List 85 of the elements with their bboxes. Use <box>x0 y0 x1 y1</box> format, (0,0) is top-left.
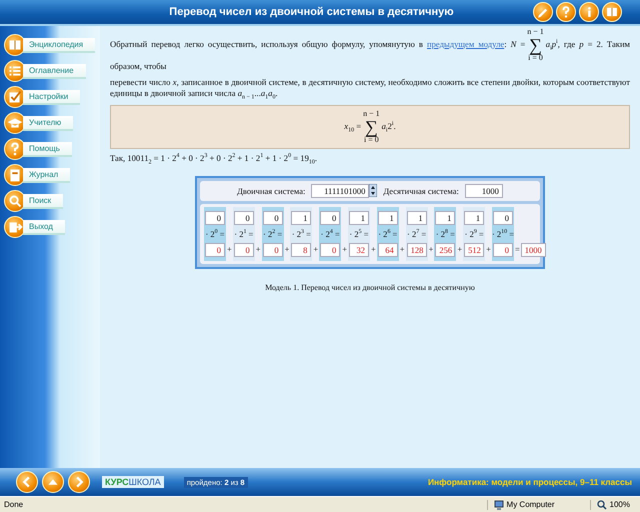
logo: КУРСШКОЛА <box>102 476 164 488</box>
operator-sign: + <box>341 244 348 256</box>
field-label: Десятичная система: <box>383 186 459 196</box>
operator-sign: + <box>456 244 464 256</box>
journal-icon[interactable] <box>4 164 26 186</box>
product-field: 0 <box>320 242 340 257</box>
checkbox-icon[interactable] <box>4 86 26 108</box>
help-icon[interactable] <box>556 2 576 22</box>
product-field: 0 <box>234 242 254 257</box>
spinner-icon[interactable] <box>369 184 378 198</box>
operator-sign: + <box>485 244 492 256</box>
power-label: · 2$^{6}$ = <box>378 228 398 239</box>
list-icon[interactable] <box>4 60 26 82</box>
product-field: 8 <box>291 242 312 257</box>
paragraph: перевести число x, записанное в двоичной системе, в десятичную систему, необходимо сложить все степени двойки, которым соответствуют единицы в двоичной записи числа a$_{n − 1}$...a$_{1}$a$_{0}$. <box>110 76 630 102</box>
operator-sign: + <box>370 244 377 256</box>
digit-field[interactable]: 0 <box>262 210 283 225</box>
power-label: · 2$^{4}$ = <box>320 228 340 239</box>
menu-item[interactable]: Учителю <box>23 116 74 130</box>
menu-item[interactable]: Настройки <box>23 90 80 104</box>
decimal-output-field: 1000 <box>464 184 503 198</box>
total-field: 1000 <box>520 242 546 257</box>
power-label: · 2$^{0}$ = <box>205 228 225 239</box>
operator-sign: + <box>398 244 406 256</box>
power-label: · 2$^{8}$ = <box>436 228 455 239</box>
pencil-icon[interactable] <box>533 2 553 22</box>
window-title: Перевод чисел из двоичной системы в десятичную <box>168 6 455 18</box>
exit-icon[interactable] <box>4 216 26 238</box>
operator-sign: + <box>254 244 262 256</box>
digit-field[interactable]: 0 <box>320 210 340 225</box>
digit-field[interactable]: 1 <box>406 210 427 225</box>
product-field: 128 <box>406 242 427 257</box>
power-label: · 2$^{9}$ = <box>464 228 484 239</box>
product-field: 0 <box>205 242 225 257</box>
search-icon[interactable] <box>4 190 26 212</box>
product-field: 256 <box>435 242 456 257</box>
summation: n − 1 ∑ i = 0 <box>527 28 544 62</box>
product-field: 32 <box>348 242 369 257</box>
product-field: 512 <box>464 242 484 257</box>
digit-field[interactable]: 1 <box>464 210 484 225</box>
product-field: 0 <box>262 242 283 257</box>
power-label: · 2$^{7}$ = <box>407 228 426 239</box>
operator-sign: + <box>312 244 320 256</box>
power-label: · 2$^{10}$ = <box>492 228 514 239</box>
summation: n − 1 ∑ i = 0 <box>363 110 380 144</box>
digit-field[interactable]: 0 <box>492 210 513 225</box>
formula-box: x$_{10}$ = n − 1 ∑ i = 0 a$_{i}$2$^{i}$. <box>110 105 630 150</box>
menu-item[interactable]: Поиск <box>23 194 64 208</box>
module-link[interactable]: предыдущем модуле <box>427 38 504 49</box>
zone-text: My Computer <box>506 500 555 509</box>
operator-sign: + <box>428 244 434 256</box>
field-label: Двоичная система: <box>237 186 306 196</box>
menu-item[interactable]: Помощь <box>23 142 72 156</box>
operator-sign: + <box>226 244 233 256</box>
status-text: Done <box>4 500 24 509</box>
example-text: Так, 10011$_{2}$ = 1 · 2$^{4}$ + 0 · 2$^{3}$ + 0 · 2$^{2}$ + 1 · 2$^{1}$ + 1 · 2$^{0}$ = 19$_{10}$. <box>110 153 318 168</box>
model-caption: Модель 1. Перевод чисел из двоичной системы в десятичную <box>265 282 475 292</box>
operator-sign: = <box>514 244 521 256</box>
digit-field[interactable]: 1 <box>435 210 456 225</box>
digit-field[interactable]: 0 <box>205 210 225 225</box>
menu-item[interactable]: Журнал <box>23 168 70 182</box>
book-icon[interactable] <box>4 34 26 56</box>
product-field: 0 <box>492 242 513 257</box>
digit-field[interactable]: 0 <box>234 210 254 225</box>
graduation-cap-icon[interactable] <box>4 112 26 134</box>
help-icon[interactable] <box>4 138 26 160</box>
menu-item[interactable]: Выход <box>23 220 65 234</box>
digit-field[interactable]: 1 <box>291 210 312 225</box>
zoom-level[interactable]: 100% <box>610 500 630 509</box>
power-label: · 2$^{2}$ = <box>263 228 282 239</box>
book-icon[interactable] <box>602 2 622 22</box>
info-icon[interactable] <box>579 2 599 22</box>
digit-field[interactable]: 1 <box>348 210 369 225</box>
digit-field[interactable]: 1 <box>378 210 398 225</box>
power-label: · 2$^{3}$ = <box>292 228 311 239</box>
power-label: · 2$^{5}$ = <box>349 228 369 239</box>
menu-item[interactable]: Оглавление <box>23 64 86 78</box>
computer-icon <box>494 500 504 510</box>
binary-input-field[interactable]: 1111101000 <box>311 184 370 198</box>
product-field: 64 <box>378 242 398 257</box>
power-label: · 2$^{1}$ = <box>234 228 254 239</box>
menu-item[interactable]: Энциклопедия <box>23 38 96 52</box>
zoom-icon[interactable] <box>596 500 607 510</box>
operator-sign: + <box>284 244 290 256</box>
course-title: Информатика: модели и процессы, 9–11 классы <box>428 477 632 487</box>
